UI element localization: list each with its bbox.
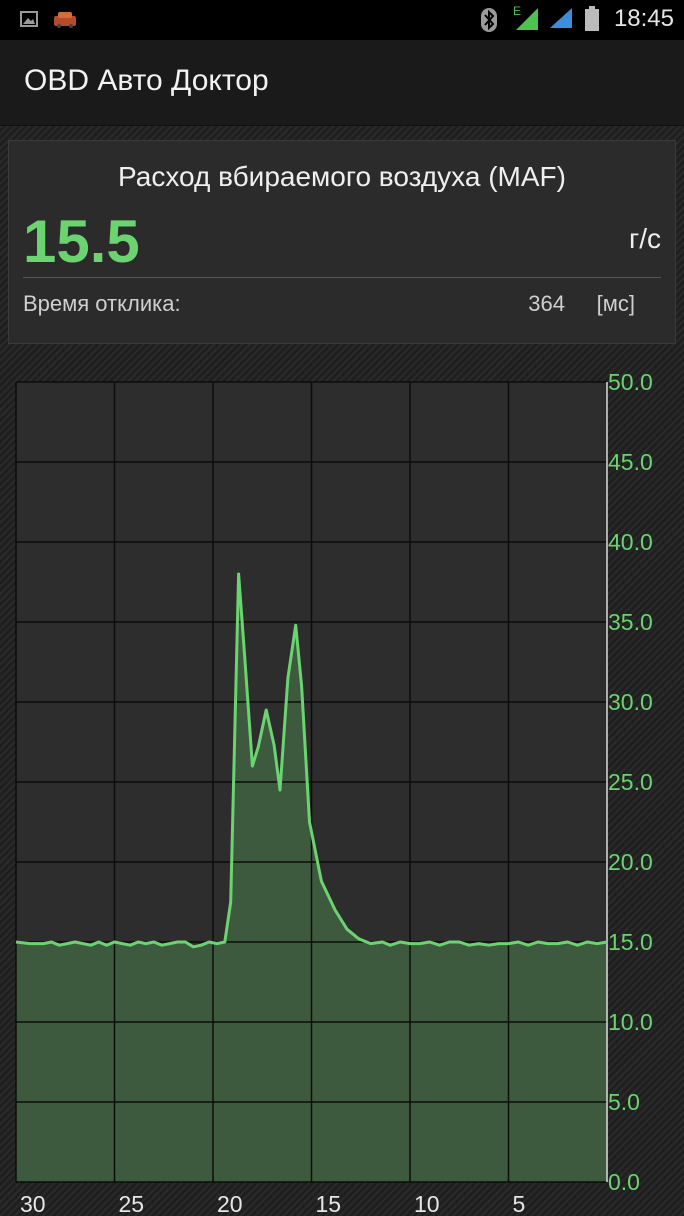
y-tick-label: 40.0: [608, 529, 653, 555]
y-tick-label: 20.0: [608, 849, 653, 875]
x-tick-label: 5: [513, 1191, 526, 1216]
x-tick-label: 15: [316, 1191, 342, 1216]
bluetooth-icon: [481, 8, 497, 32]
x-tick-label: 20: [217, 1191, 243, 1216]
signal-icon: [550, 8, 572, 28]
response-time-value: 364: [528, 291, 565, 316]
card-divider: [23, 277, 661, 278]
sensor-card[interactable]: Расход вбираемого воздуха (MAF) 15.5 г/с…: [8, 140, 676, 344]
x-tick-label: 30: [20, 1191, 46, 1216]
y-tick-label: 35.0: [608, 609, 653, 635]
status-bar: E 18:45: [0, 0, 684, 40]
x-tick-label: 10: [414, 1191, 440, 1216]
x-tick-label: 25: [119, 1191, 145, 1216]
battery-icon: [585, 6, 599, 31]
sensor-name: Расход вбираемого воздуха (MAF): [118, 161, 566, 192]
maf-chart[interactable]: 50.0 45.0 40.0 35.0 30.0 25.0 20.0 15.0 10.0 5.0 0…: [0, 352, 684, 1216]
y-tick-label: 45.0: [608, 449, 653, 475]
y-tick-label: 0.0: [608, 1169, 640, 1195]
action-bar: OBD Авто Доктор: [0, 40, 684, 126]
image-notification-icon: [20, 11, 38, 27]
y-tick-label: 5.0: [608, 1089, 640, 1115]
sensor-unit: г/с: [629, 223, 661, 254]
sensor-value: 15.5: [23, 208, 140, 275]
car-notification-icon: [54, 12, 76, 28]
y-tick-label: 30.0: [608, 689, 653, 715]
y-tick-label: 50.0: [608, 369, 653, 395]
response-time-unit: [мс]: [596, 291, 635, 316]
y-tick-label: 15.0: [608, 929, 653, 955]
y-tick-label: 25.0: [608, 769, 653, 795]
response-time-label: Время отклика:: [23, 291, 181, 316]
status-time: 18:45: [613, 5, 674, 32]
network-type-label: E: [513, 4, 521, 18]
signal-e-icon: E: [513, 4, 538, 30]
y-tick-label: 10.0: [608, 1009, 653, 1035]
app-title: OBD Авто Доктор: [24, 64, 269, 97]
